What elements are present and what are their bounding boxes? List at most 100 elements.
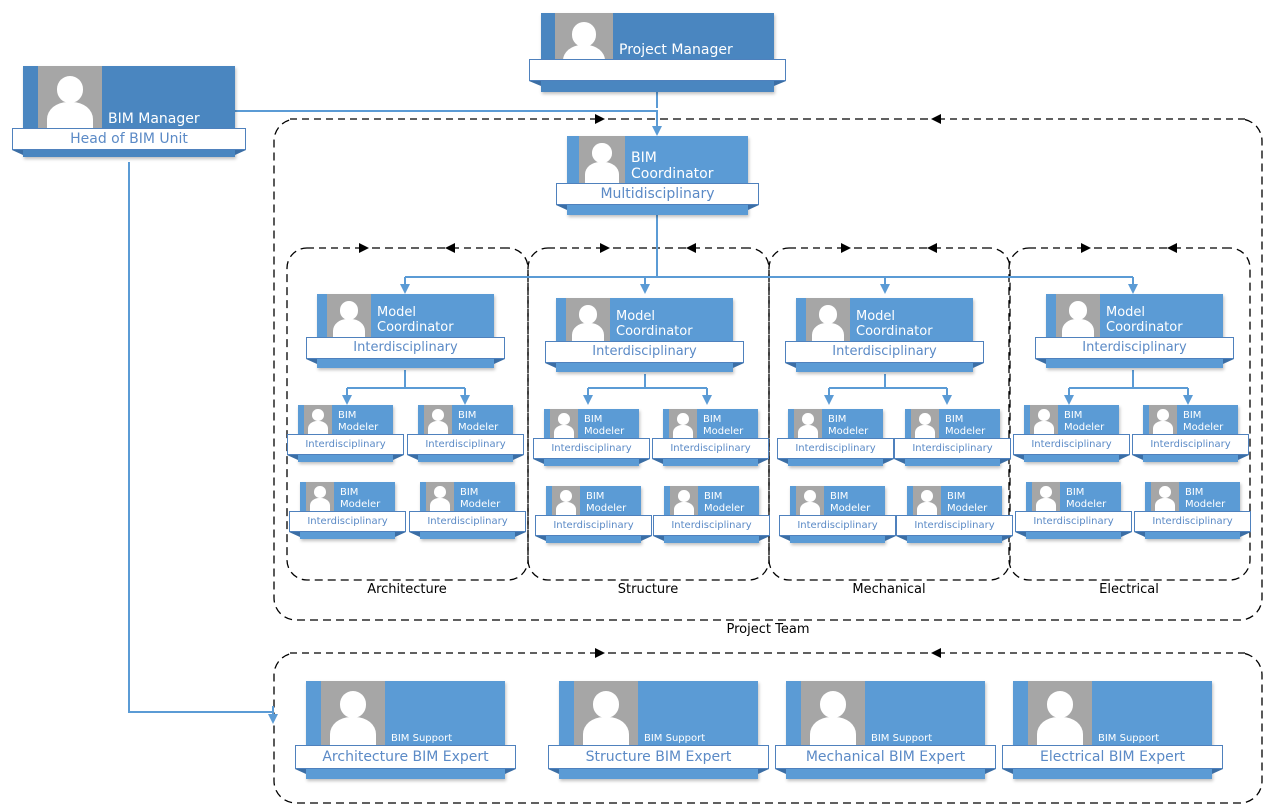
- person-icon: [327, 294, 371, 337]
- card-title-line: BIM: [828, 414, 847, 425]
- card-subtitle: Interdisciplinary: [425, 439, 506, 450]
- card-subtitle: Interdisciplinary: [1150, 439, 1231, 450]
- org-chart-canvas: Project Manager BIM Manager Head of BIM Un…: [0, 0, 1272, 810]
- banner-fold-right: [513, 455, 524, 460]
- person-icon: [579, 136, 625, 183]
- banner-fold-right: [515, 532, 526, 537]
- card-subtitle-banner: Interdisciplinary: [535, 515, 652, 536]
- card-title-line: Modeler: [830, 502, 871, 514]
- person-head-shape: [434, 486, 446, 499]
- card-title-line: BIM: [340, 487, 359, 498]
- card-title-line: Modeler: [1185, 498, 1226, 510]
- person-head-shape: [560, 490, 572, 503]
- card-subtitle-banner: Mechanical BIM Expert: [775, 745, 996, 769]
- card-title-line: Project Manager: [619, 41, 733, 58]
- banner-fold-left: [653, 536, 664, 541]
- banner-fold-right: [639, 459, 650, 464]
- card-subtitle: Interdisciplinary: [553, 520, 634, 531]
- person-head-shape: [558, 413, 570, 426]
- card-subtitle: Interdisciplinary: [670, 443, 751, 454]
- person-body-shape: [799, 501, 821, 515]
- person-icon: [304, 405, 332, 434]
- card-title-line: Modeler: [828, 425, 869, 437]
- card-title-line: BIM Support: [391, 732, 453, 744]
- card-title: BIM Manager: [108, 111, 200, 127]
- card-title: BIM Modeler: [830, 491, 870, 514]
- card-subtitle-banner: Interdisciplinary: [1013, 434, 1130, 455]
- banner-fold-right: [758, 459, 769, 464]
- person-body-shape: [46, 101, 94, 128]
- card-subtitle-banner: Architecture BIM Expert: [295, 745, 516, 769]
- card-subtitle: Architecture BIM Expert: [322, 749, 489, 765]
- banner-fold-left: [409, 532, 420, 537]
- card-subtitle: Interdisciplinary: [671, 520, 752, 531]
- person-head-shape: [339, 301, 359, 320]
- banner-fold-left: [533, 459, 544, 464]
- person-body-shape: [307, 420, 329, 434]
- card-title-line: BIM Support: [1098, 732, 1160, 744]
- card-subtitle: Interdisciplinary: [1082, 340, 1187, 355]
- person-icon: [424, 405, 452, 434]
- banner-fold-left: [556, 205, 567, 210]
- banner-fold-left: [1035, 359, 1046, 364]
- card-subtitle-banner: Interdisciplinary: [653, 515, 770, 536]
- card-title-line: BIM: [945, 414, 964, 425]
- banner-fold-right: [494, 359, 505, 364]
- person-body-shape: [673, 501, 695, 515]
- person-icon: [321, 681, 385, 745]
- card-subtitle-banner: Structure BIM Expert: [548, 745, 769, 769]
- person-icon: [806, 298, 850, 341]
- person-head-shape: [432, 409, 444, 422]
- card-title-line: Modeler: [338, 421, 379, 433]
- card-title: Model Coordinator: [616, 309, 693, 340]
- banner-fold-right: [1000, 459, 1011, 464]
- person-icon: [38, 66, 102, 128]
- banner-fold-left: [785, 363, 796, 368]
- card-subtitle-banner: Interdisciplinary: [306, 337, 505, 359]
- person-body-shape: [333, 318, 365, 337]
- person-body-shape: [585, 161, 619, 183]
- card-subtitle: Interdisciplinary: [795, 443, 876, 454]
- card-title-line: BIM: [460, 487, 479, 498]
- person-head-shape: [677, 413, 689, 426]
- banner-fold-left: [545, 363, 556, 368]
- card-title: BIM Support: [391, 733, 452, 745]
- person-body-shape: [914, 424, 936, 438]
- project-team-group: [273, 118, 1263, 621]
- person-head-shape: [1040, 486, 1052, 499]
- person-body-shape: [1035, 497, 1057, 511]
- person-body-shape: [916, 501, 938, 515]
- card-subtitle-banner: [529, 59, 786, 81]
- banner-fold-left: [1134, 532, 1145, 537]
- person-body-shape: [672, 424, 694, 438]
- card-title: BIM Modeler: [704, 491, 744, 514]
- banner-fold-right: [973, 363, 984, 368]
- person-icon: [566, 298, 610, 341]
- person-body-shape: [555, 501, 577, 515]
- card-subtitle: Interdisciplinary: [592, 344, 697, 359]
- discipline-label-architecture: Architecture: [367, 582, 447, 597]
- person-head-shape: [1038, 409, 1050, 422]
- card-subtitle: Interdisciplinary: [307, 516, 388, 527]
- person-head-shape: [1046, 691, 1074, 719]
- banner-fold-left: [12, 150, 23, 155]
- person-body-shape: [797, 424, 819, 438]
- person-icon: [669, 409, 697, 438]
- card-title-line: BIM: [338, 410, 357, 421]
- person-head-shape: [592, 143, 612, 163]
- card-subtitle-banner: Interdisciplinary: [533, 438, 650, 459]
- card-title-line: Coordinator: [1106, 320, 1183, 336]
- person-body-shape: [572, 322, 604, 341]
- card-subtitle: Electrical BIM Expert: [1040, 749, 1185, 765]
- banner-fold-right: [774, 81, 786, 86]
- card-title-line: Modeler: [460, 498, 501, 510]
- person-head-shape: [56, 76, 84, 104]
- card-title-line: BIM: [1183, 410, 1202, 421]
- banner-fold-left: [295, 769, 306, 774]
- card-title: BIM Modeler: [584, 414, 624, 437]
- person-head-shape: [1159, 486, 1171, 499]
- person-body-shape: [1033, 420, 1055, 434]
- card-title: BIM Modeler: [586, 491, 626, 514]
- person-head-shape: [592, 691, 620, 719]
- person-icon: [306, 482, 334, 511]
